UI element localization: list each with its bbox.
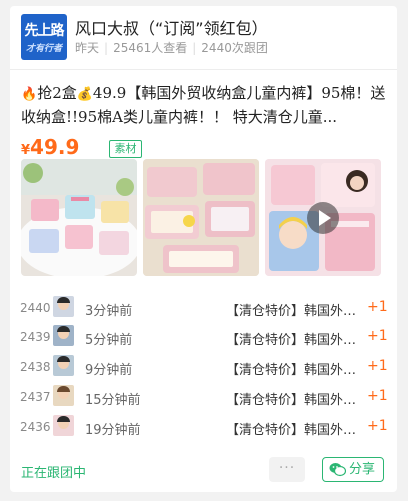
order-item: 【清仓特价】韩国外贸收纳盒儿童内裤 <box>226 304 361 319</box>
header-divider <box>10 69 397 70</box>
more-button[interactable]: ··· <box>269 457 305 482</box>
user-avatar <box>53 296 74 317</box>
order-quantity: +1 <box>367 328 388 344</box>
order-seq: 2436 <box>20 420 51 434</box>
user-avatar <box>53 415 74 436</box>
order-row[interactable]: 2437 15分钟前 【清仓特价】韩国外贸收纳盒儿童内裤 +1 <box>10 382 397 412</box>
order-row[interactable]: 2439 5分钟前 【清仓特价】韩国外贸收纳盒儿童内裤 +1 <box>10 322 397 352</box>
join-count: 2440次跟团 <box>201 41 268 55</box>
user-avatar <box>53 355 74 376</box>
order-time: 15分钟前 <box>85 393 141 408</box>
user-avatar <box>53 385 74 406</box>
product-photo-1[interactable] <box>21 159 137 276</box>
order-time: 3分钟前 <box>85 304 133 319</box>
order-quantity: +1 <box>367 388 388 404</box>
avatar-text: 先上路 <box>24 23 65 39</box>
play-icon[interactable] <box>307 202 339 234</box>
shop-name[interactable]: 风口大叔（“订阅”领红包） <box>75 15 268 39</box>
post-meta: 昨天 | 25461人查看 | 2440次跟团 <box>75 41 268 55</box>
order-time: 5分钟前 <box>85 333 133 348</box>
order-time: 9分钟前 <box>85 363 133 378</box>
order-seq: 2437 <box>20 390 51 404</box>
money-bag-icon: 💰 <box>76 87 93 102</box>
share-button[interactable]: 分享 <box>322 457 384 482</box>
fire-icon: 🔥 <box>21 87 38 102</box>
currency-symbol: ¥ <box>21 143 31 158</box>
post-time: 昨天 <box>75 41 100 55</box>
share-label: 分享 <box>349 462 376 477</box>
order-item: 【清仓特价】韩国外贸收纳盒儿童内裤 <box>226 333 361 348</box>
order-quantity: +1 <box>367 299 388 315</box>
price-value: 49.9 <box>30 135 80 159</box>
order-item: 【清仓特价】韩国外贸收纳盒儿童内裤 <box>226 393 361 408</box>
shop-avatar[interactable]: 先上路 才有行者 <box>21 14 67 60</box>
order-item: 【清仓特价】韩国外贸收纳盒儿童内裤 <box>226 363 361 378</box>
product-photo-2[interactable] <box>143 159 259 276</box>
order-item: 【清仓特价】韩国外贸收纳盒儿童内裤 <box>226 423 361 438</box>
order-quantity: +1 <box>367 358 388 374</box>
wechat-icon <box>329 463 346 477</box>
post-description[interactable]: 🔥抢2盒💰49.9【韩国外贸收纳盒儿童内裤】95棉！送收纳盒!!95棉A类儿童内… <box>21 82 387 129</box>
product-video-thumbnail[interactable] <box>265 159 381 276</box>
material-tag[interactable]: 素材 <box>109 140 142 158</box>
order-time: 19分钟前 <box>85 423 141 438</box>
order-quantity: +1 <box>367 418 388 434</box>
avatar-subtext: 才有行者 <box>25 44 62 54</box>
order-seq: 2440 <box>20 301 51 315</box>
price: ¥49.9 <box>21 135 79 159</box>
order-row[interactable]: 2440 3分钟前 【清仓特价】韩国外贸收纳盒儿童内裤 +1 <box>10 293 397 323</box>
view-count: 25461人查看 <box>113 41 188 55</box>
user-avatar <box>53 325 74 346</box>
following-status[interactable]: 正在跟团中 <box>21 462 86 481</box>
order-row[interactable]: 2438 9分钟前 【清仓特价】韩国外贸收纳盒儿童内裤 +1 <box>10 352 397 382</box>
group-buy-card: 先上路 才有行者 风口大叔（“订阅”领红包） 昨天 | 25461人查看 | 2440次… <box>10 6 397 492</box>
order-row[interactable]: 2436 19分钟前 【清仓特价】韩国外贸收纳盒儿童内裤 +1 <box>10 412 397 442</box>
order-seq: 2439 <box>20 330 51 344</box>
order-seq: 2438 <box>20 360 51 374</box>
